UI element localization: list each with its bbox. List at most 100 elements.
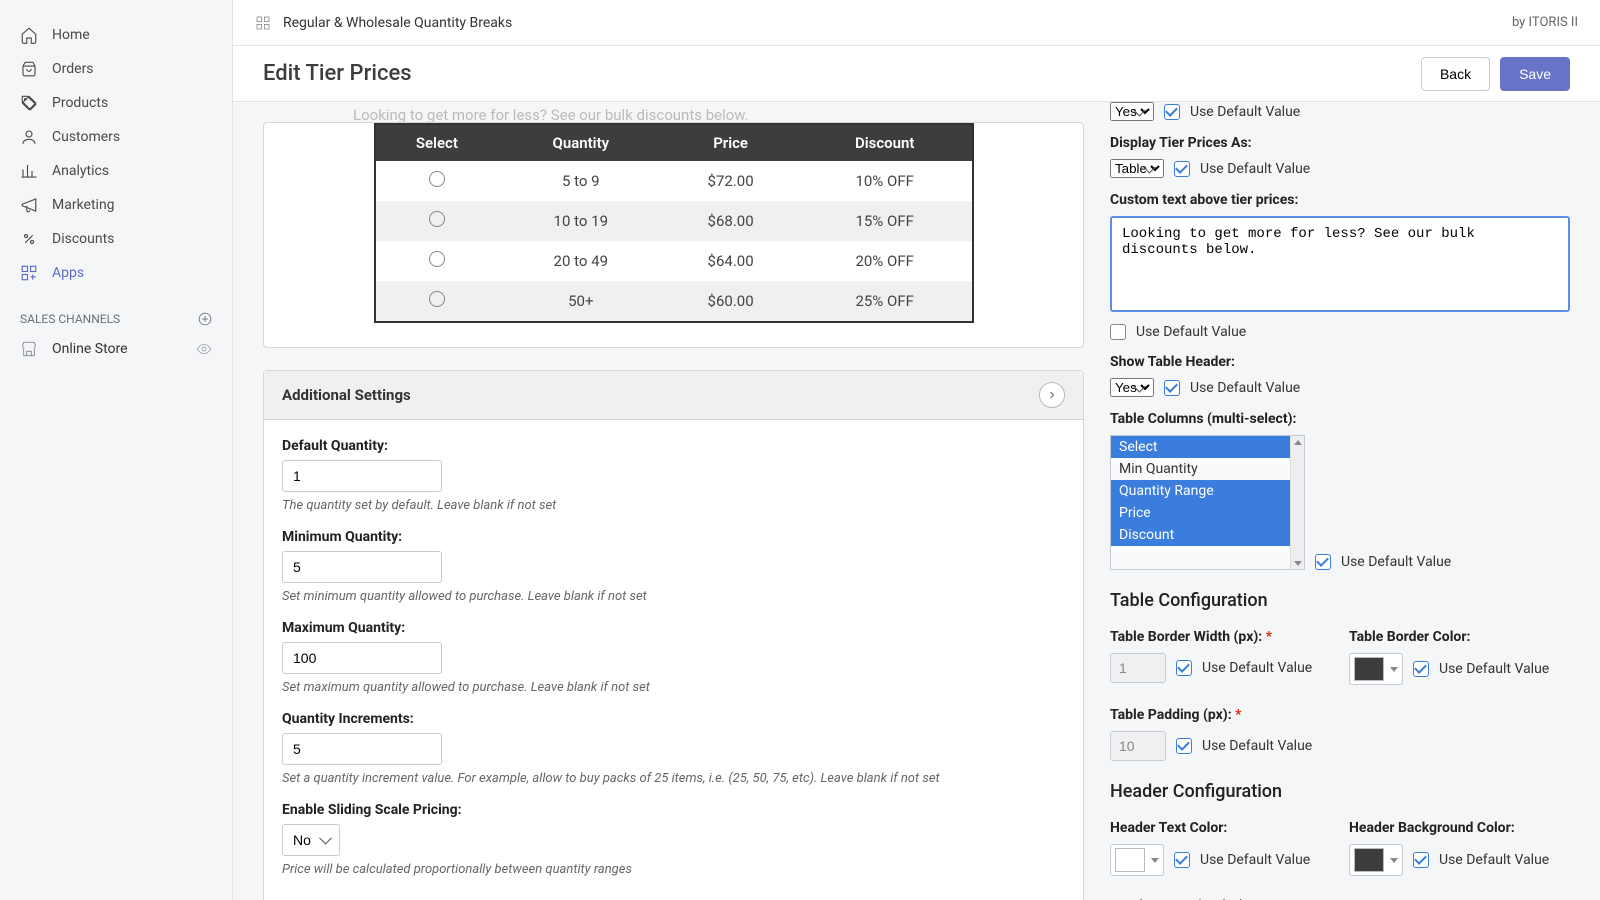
minqty-input[interactable]: [282, 551, 442, 583]
expand-button[interactable]: [1039, 382, 1065, 408]
padding-udv-check[interactable]: [1176, 738, 1192, 754]
border-w-udv-check[interactable]: [1176, 660, 1192, 676]
qtyinc-hint: Set a quantity increment value. For exam…: [282, 771, 1065, 786]
show-header-select[interactable]: Yes: [1110, 378, 1154, 397]
defqty-hint: The quantity set by default. Leave blank…: [282, 498, 1065, 513]
preview-card: Select Quantity Price Discount 5 to 9$72…: [263, 122, 1084, 348]
udv-label: Use Default Value: [1190, 380, 1300, 396]
custom-text-udv-check[interactable]: [1110, 324, 1126, 340]
border-c-picker[interactable]: [1349, 653, 1403, 685]
header-config-heading: Header Configuration: [1110, 781, 1570, 802]
padding-label: Table Padding (px):: [1110, 707, 1232, 723]
padding-input[interactable]: [1110, 731, 1166, 761]
cell-price: $60.00: [663, 281, 798, 321]
nav-products[interactable]: Products: [0, 86, 232, 120]
col-select: Select: [376, 125, 499, 161]
swatch-icon: [1354, 848, 1384, 872]
col-option[interactable]: Price: [1111, 502, 1304, 524]
hdr-bg-c-udv-check[interactable]: [1413, 852, 1429, 868]
udv-label: Use Default Value: [1341, 554, 1451, 570]
chevron-right-icon: [1046, 389, 1058, 401]
defqty-label: Default Quantity:: [282, 438, 1065, 454]
border-c-udv-check[interactable]: [1413, 661, 1429, 677]
qtyinc-input[interactable]: [282, 733, 442, 765]
channel-online-store[interactable]: Online Store: [0, 332, 232, 366]
hdr-bg-c-picker[interactable]: [1349, 844, 1403, 876]
show-header-udv-check[interactable]: [1164, 380, 1180, 396]
products-icon: [20, 94, 38, 112]
nav-marketing[interactable]: Marketing: [0, 188, 232, 222]
select-radio[interactable]: [429, 211, 445, 227]
nav-label: Marketing: [52, 197, 115, 213]
analytics-icon: [20, 162, 38, 180]
col-option[interactable]: Quantity Range: [1111, 480, 1304, 502]
cols-multiselect[interactable]: SelectMin QuantityQuantity RangePriceDis…: [1110, 435, 1305, 570]
col-option[interactable]: Discount: [1111, 524, 1304, 546]
nav-orders[interactable]: Orders: [0, 52, 232, 86]
cell-qty: 10 to 19: [498, 201, 663, 241]
back-button[interactable]: Back: [1421, 57, 1490, 91]
border-w-label: Table Border Width (px):: [1110, 629, 1262, 645]
customers-icon: [20, 128, 38, 146]
cell-price: $64.00: [663, 241, 798, 281]
channel-label: Online Store: [52, 341, 128, 357]
show-header-label: Show Table Header:: [1110, 354, 1570, 370]
display-as-label: Display Tier Prices As:: [1110, 135, 1570, 151]
preview-text: Looking to get more for less? See our bu…: [263, 102, 1084, 124]
sliding-hint: Price will be calculated proportionally …: [282, 862, 1065, 877]
select-radio[interactable]: [429, 291, 445, 307]
cell-qty: 20 to 49: [498, 241, 663, 281]
udv-label: Use Default Value: [1200, 852, 1310, 868]
border-w-input[interactable]: [1110, 653, 1166, 683]
hdr-txt-c-picker[interactable]: [1110, 844, 1164, 876]
store-icon: [20, 340, 38, 358]
cell-disc: 25% OFF: [798, 281, 972, 321]
cell-disc: 20% OFF: [798, 241, 972, 281]
nav-home[interactable]: Home: [0, 18, 232, 52]
udv-label: Use Default Value: [1136, 324, 1246, 340]
additional-settings-card: Additional Settings Default Quantity:The…: [263, 370, 1084, 900]
cell-qty: 5 to 9: [498, 161, 663, 201]
app-author: by ITORIS II: [1512, 15, 1578, 30]
hdr-txt-c-udv-check[interactable]: [1174, 852, 1190, 868]
nav-label: Customers: [52, 129, 120, 145]
top-udv-check[interactable]: [1164, 104, 1180, 120]
eye-icon[interactable]: [196, 341, 212, 357]
maxqty-label: Maximum Quantity:: [282, 620, 1065, 636]
orders-icon: [20, 60, 38, 78]
top-yes-select[interactable]: Yes: [1110, 102, 1154, 121]
subheader: Edit Tier Prices Back Save: [233, 46, 1600, 102]
nav-label: Apps: [52, 265, 84, 281]
display-as-select[interactable]: Table: [1110, 159, 1164, 178]
select-radio[interactable]: [429, 171, 445, 187]
nav-apps[interactable]: Apps: [0, 256, 232, 290]
nav-discounts[interactable]: Discounts: [0, 222, 232, 256]
udv-label: Use Default Value: [1439, 661, 1549, 677]
select-radio[interactable]: [429, 251, 445, 267]
app-title: Regular & Wholesale Quantity Breaks: [283, 15, 512, 31]
apps-icon: [20, 264, 38, 282]
scrollbar[interactable]: [1290, 436, 1304, 569]
chevron-down-icon: [1390, 858, 1398, 863]
preview-table: Select Quantity Price Discount 5 to 9$72…: [376, 125, 972, 321]
udv-label: Use Default Value: [1200, 161, 1310, 177]
sliding-select[interactable]: No: [282, 824, 340, 856]
topbar: Regular & Wholesale Quantity Breaks by I…: [233, 0, 1600, 46]
col-qty: Quantity: [498, 125, 663, 161]
nav-analytics[interactable]: Analytics: [0, 154, 232, 188]
swatch-icon: [1354, 657, 1384, 681]
custom-text-label: Custom text above tier prices:: [1110, 192, 1570, 208]
cols-udv-check[interactable]: [1315, 554, 1331, 570]
defqty-input[interactable]: [282, 460, 442, 492]
add-channel-icon[interactable]: [198, 312, 212, 326]
page-title: Edit Tier Prices: [263, 61, 412, 86]
save-button[interactable]: Save: [1500, 57, 1570, 91]
col-option[interactable]: Select: [1111, 436, 1304, 458]
custom-text-input[interactable]: [1110, 216, 1570, 312]
col-price: Price: [663, 125, 798, 161]
col-option[interactable]: Min Quantity: [1111, 458, 1304, 480]
display-as-udv-check[interactable]: [1174, 161, 1190, 177]
maxqty-input[interactable]: [282, 642, 442, 674]
nav-customers[interactable]: Customers: [0, 120, 232, 154]
cell-qty: 50+: [498, 281, 663, 321]
